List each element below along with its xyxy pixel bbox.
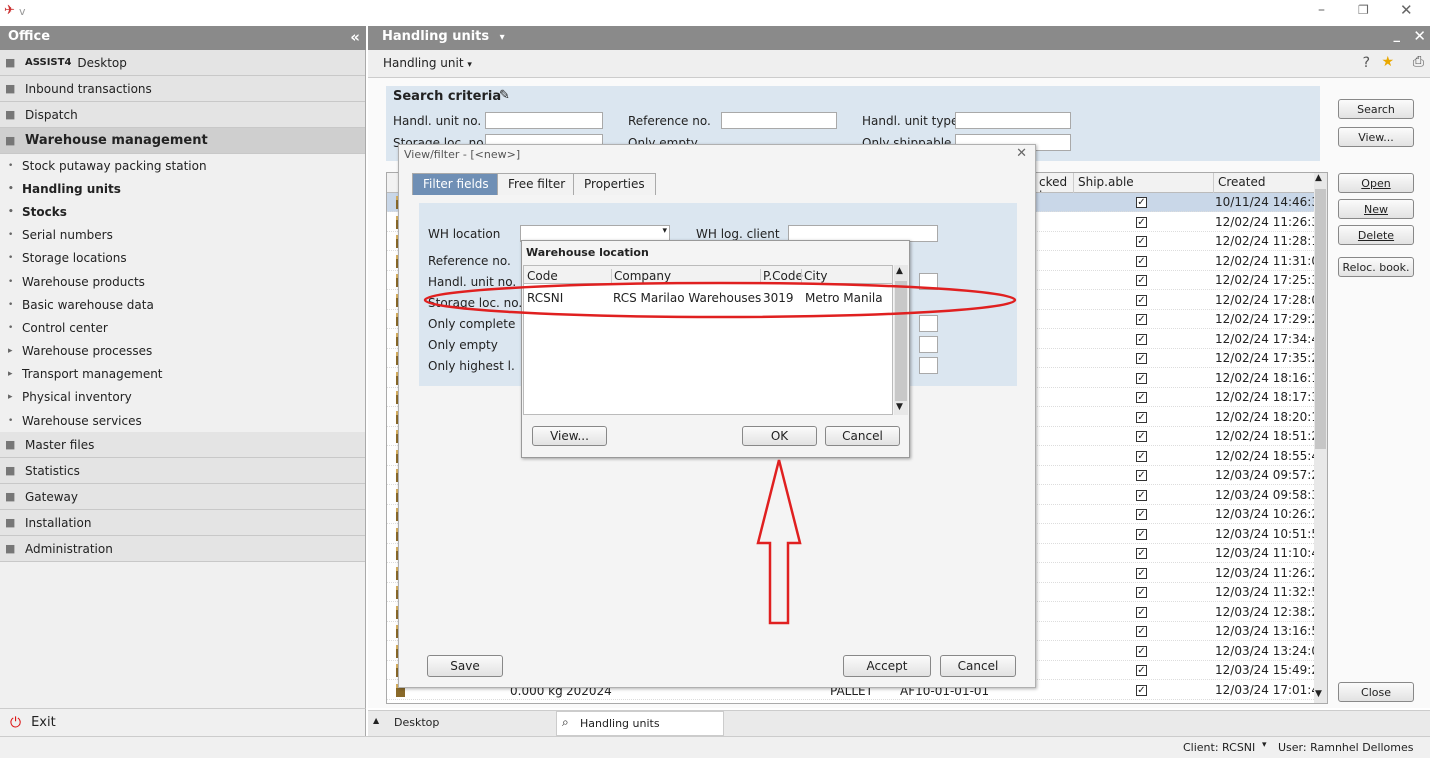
tab-desktop[interactable]: Desktop bbox=[394, 716, 439, 729]
client-selector[interactable]: Client: RCSNI bbox=[1183, 741, 1255, 754]
annotation-overlay bbox=[423, 281, 1017, 625]
tab-handling-units[interactable]: ⌕ Handling units bbox=[556, 711, 724, 736]
annotation-arrow bbox=[756, 459, 802, 625]
highlight-ellipse bbox=[423, 281, 1017, 319]
status-bar: Client: RCSNI ▾ User: Ramnhel Dellomes bbox=[0, 736, 1430, 758]
collapse-tabs-icon[interactable]: ▲ bbox=[373, 716, 379, 725]
tab-handling-units-label: Handling units bbox=[580, 717, 660, 730]
user-label: User: Ramnhel Dellomes bbox=[1278, 741, 1414, 754]
search-icon: ⌕ bbox=[562, 715, 569, 729]
chevron-down-icon[interactable]: ▾ bbox=[1262, 740, 1267, 750]
window-tabs: ▲ Desktop ⌕ Handling units bbox=[368, 710, 1430, 736]
